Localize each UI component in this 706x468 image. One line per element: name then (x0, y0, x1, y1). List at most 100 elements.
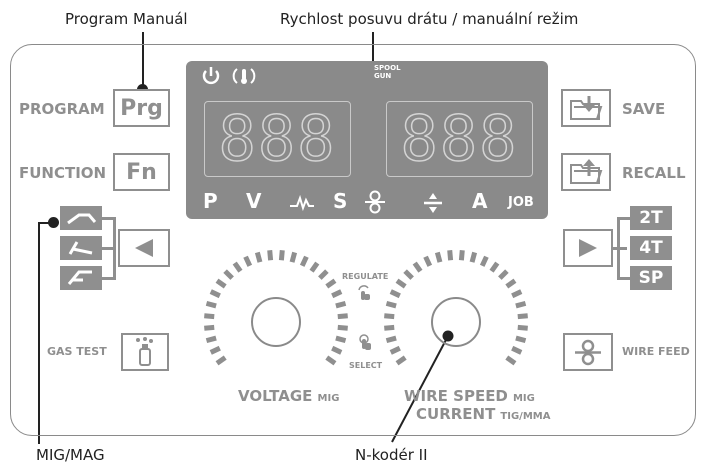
voltage-scale-tick (205, 300, 217, 309)
wire-feed-button[interactable] (563, 333, 613, 371)
wire-speed-scale-tick (469, 251, 478, 263)
mode-sp-indicator: SP (630, 266, 672, 290)
mma-electrode-icon (67, 270, 92, 285)
wire-speed-scale-tick (423, 255, 433, 267)
left-screen: 888 (204, 101, 351, 177)
voltage-scale-tick (331, 345, 343, 355)
tig-torch-icon (68, 241, 93, 255)
mode-bracket-vertical (617, 217, 620, 280)
wire-speed-scale-tick (479, 255, 489, 267)
wire-speed-scale-tick (511, 289, 523, 299)
function-button-label: Fn (126, 159, 157, 185)
voltage-scale-tick (243, 255, 253, 267)
recall-button[interactable] (561, 153, 611, 191)
select-label: SELECT (349, 361, 383, 370)
wire-speed-scale-tick (434, 251, 443, 263)
voltage-knob[interactable] (251, 297, 301, 347)
left-digits: 888 (218, 102, 337, 175)
wire-speed-scale-tick (489, 261, 500, 273)
voltage-label: VOLTAGE (238, 387, 313, 405)
voltage-scale-tick (335, 335, 347, 344)
wire-speed-scale-tick (389, 289, 401, 299)
function-button[interactable]: Fn (113, 153, 170, 191)
voltage-scale-tick (318, 269, 329, 280)
wire-speed-scale-tick (385, 300, 397, 309)
wire-feed-label: WIRE FEED (622, 345, 690, 358)
wire-speed-scale-tick (517, 324, 528, 331)
voltage-scale-tick (325, 355, 337, 366)
mode-4t-label: 4T (639, 238, 663, 258)
wire-speed-scale-tick (403, 269, 414, 280)
mig-torch-icon (67, 213, 97, 225)
gas-test-label: GAS TEST (47, 345, 107, 358)
mode-4t-indicator: 4T (630, 236, 672, 260)
press-hand-icon (359, 334, 371, 350)
voltage-scale-tick (232, 261, 243, 273)
wire-speed-scale-tick (458, 250, 465, 261)
save-button[interactable] (561, 89, 611, 127)
trigger-mode-button[interactable] (563, 229, 613, 267)
gas-test-button[interactable] (121, 333, 169, 371)
voltage-caption: VOLTAGE MIG (238, 386, 339, 405)
rotate-hand-icon (358, 285, 370, 300)
bracket-vertical (113, 217, 116, 280)
process-select-button[interactable] (118, 229, 170, 267)
mode-2t-label: 2T (639, 208, 663, 228)
spool-gun-indicator: SPOOL GUN (374, 64, 401, 80)
regulate-label: REGULATE (342, 272, 389, 281)
wire-speed-caption: WIRE SPEED MIG (404, 386, 535, 405)
current-sub-label: TIG/MMA (500, 411, 551, 422)
wire-speed-scale-tick (511, 345, 523, 355)
process-tig-indicator (60, 236, 102, 260)
voltage-scale-tick (205, 335, 217, 344)
mode-2t-indicator: 2T (630, 206, 672, 230)
callout-wire-speed: Rychlost posuvu drátu / manuální režim (280, 10, 579, 28)
callout-program-manual: Program Manuál (65, 10, 188, 28)
wire-speed-scale-tick (384, 324, 395, 331)
voltage-scale-tick (278, 250, 285, 261)
wire-speed-scale-tick (385, 335, 397, 344)
right-digits: 888 (400, 102, 519, 175)
wire-speed-scale-tick (505, 355, 517, 366)
wire-speed-scale-tick (412, 261, 423, 273)
voltage-sub-label: MIG (317, 393, 340, 404)
current-label: CURRENT (416, 405, 496, 423)
wire-speed-scale-tick (515, 335, 527, 344)
wire-speed-scale-tick (389, 345, 401, 355)
wire-speed-scale-tick (517, 313, 528, 320)
indicator-a: A (472, 189, 488, 213)
indicator-v: V (246, 189, 262, 213)
recall-label: RECALL (622, 164, 686, 182)
voltage-scale-tick (223, 269, 234, 280)
folder-save-icon (570, 96, 603, 120)
wire-feed-rollers-icon (365, 190, 385, 214)
arc-icon (290, 194, 314, 212)
process-mma-indicator (60, 266, 102, 290)
thermometer-icon (232, 68, 256, 84)
voltage-scale-tick (289, 251, 298, 263)
wire-speed-scale-tick (515, 300, 527, 309)
voltage-scale-tick (209, 289, 221, 299)
voltage-scale-tick (215, 278, 227, 289)
arrow-right-icon (579, 239, 597, 257)
arrow-left-icon (135, 239, 153, 257)
program-label: PROGRAM (19, 100, 105, 118)
wire-speed-scale-tick (505, 278, 517, 289)
voltage-scale-tick (331, 289, 343, 299)
wire-speed-label: WIRE SPEED (404, 387, 508, 405)
voltage-scale-tick (204, 313, 215, 320)
wire-speed-scale-tick (498, 269, 509, 280)
indicator-s: S (333, 189, 348, 213)
wire-speed-knob[interactable] (431, 297, 481, 347)
program-button[interactable]: Prg (113, 89, 170, 127)
function-label: FUNCTION (19, 164, 107, 182)
current-caption: CURRENT TIG/MMA (416, 404, 550, 423)
mode-sp-label: SP (638, 268, 664, 288)
wire-speed-scale-tick (384, 313, 395, 320)
inductance-icon (424, 193, 442, 213)
right-screen: 888 (386, 101, 533, 177)
save-label: SAVE (622, 100, 666, 118)
voltage-scale-tick (215, 355, 227, 366)
wire-speed-scale-tick (395, 355, 407, 366)
wire-speed-scale-tick (395, 278, 407, 289)
